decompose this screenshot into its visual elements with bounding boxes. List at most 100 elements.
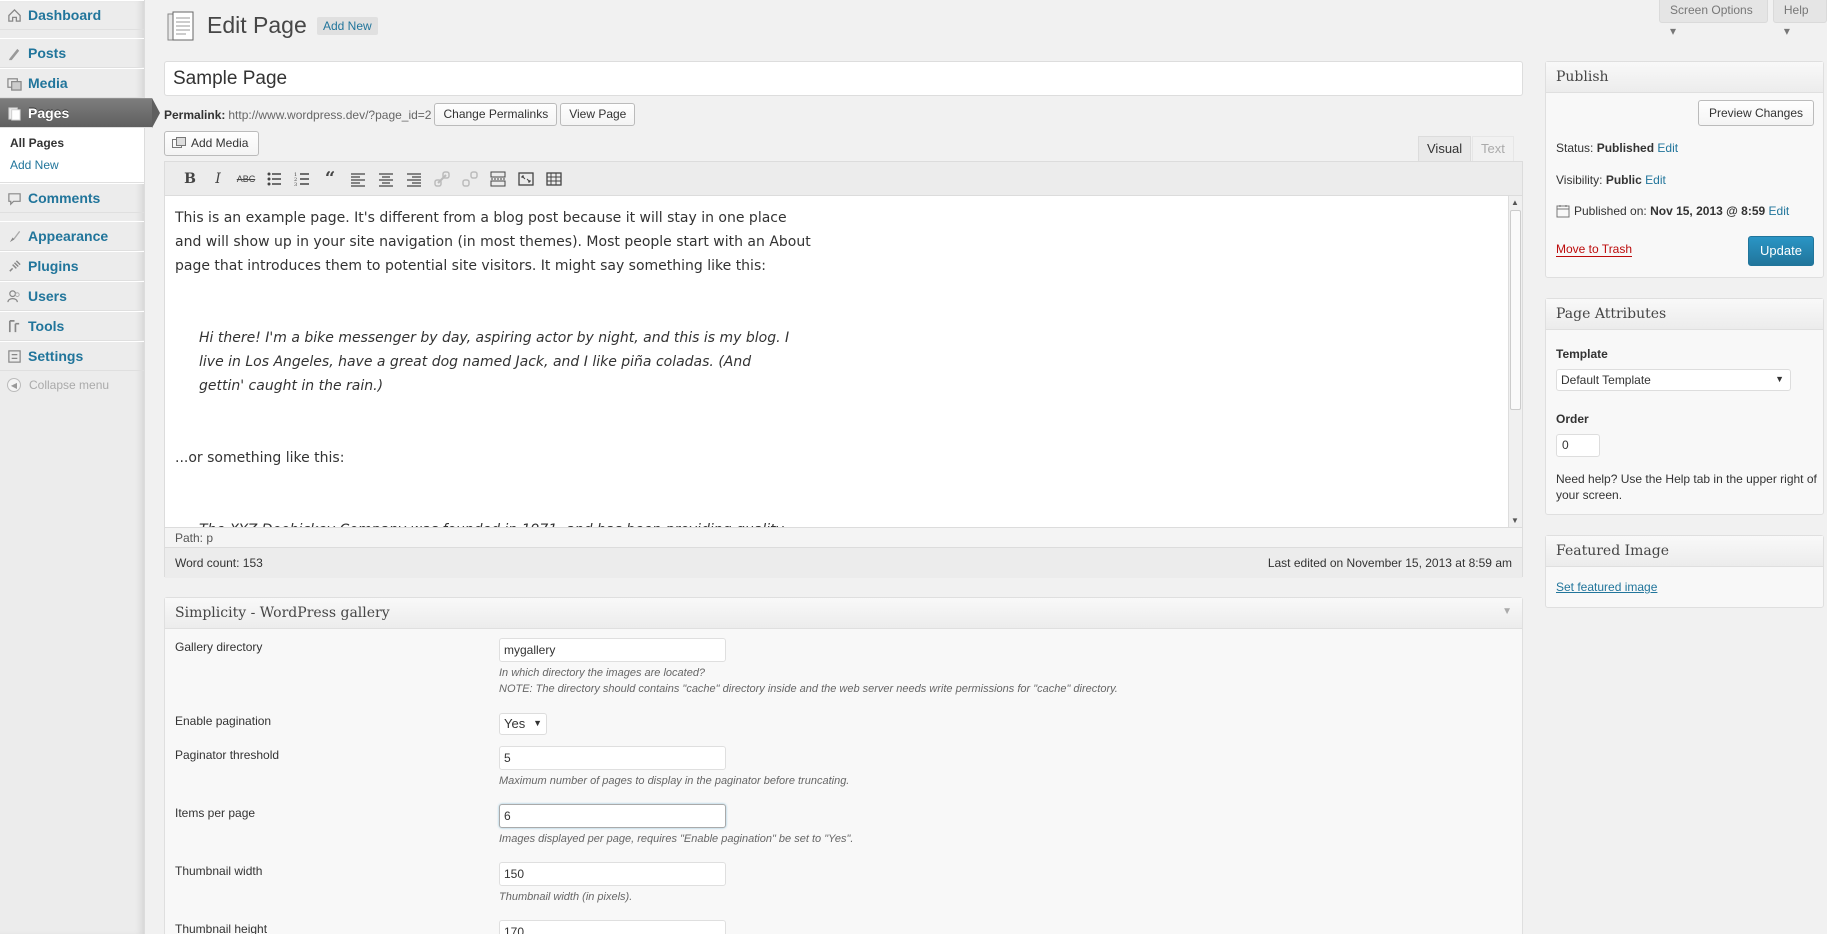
permalink-row: Permalink: http://www.wordpress.dev/?pag… xyxy=(164,103,636,126)
pages-submenu: All Pages Add New xyxy=(0,128,144,183)
paginator-threshold-input[interactable]: 5 xyxy=(499,746,726,770)
content-blockquote: Hi there! I'm a bike messenger by day, a… xyxy=(199,330,790,394)
bullet-list-icon[interactable] xyxy=(261,167,287,191)
align-center-icon[interactable] xyxy=(373,167,399,191)
dashboard-icon xyxy=(6,7,22,23)
insert-link-icon[interactable] xyxy=(429,167,455,191)
preview-changes-button[interactable]: Preview Changes xyxy=(1697,100,1814,126)
sidebar-item-comments[interactable]: Comments xyxy=(0,183,144,213)
sidebar-item-appearance[interactable]: Appearance xyxy=(0,221,144,251)
tab-text[interactable]: Text xyxy=(1472,136,1514,161)
toggle-arrow-icon[interactable]: ▼ xyxy=(1502,606,1512,617)
move-to-trash-link[interactable]: Move to Trash xyxy=(1556,242,1633,257)
gallery-directory-label: Gallery directory xyxy=(175,640,263,654)
bold-icon[interactable]: B xyxy=(177,167,203,191)
add-media-icon xyxy=(172,137,186,148)
published-value: Nov 15, 2013 @ 8:59 xyxy=(1650,204,1766,218)
editor-content[interactable]: This is an example page. It's different … xyxy=(165,196,1508,527)
help-button[interactable]: Help ▾ xyxy=(1772,0,1827,38)
posts-icon xyxy=(6,45,22,61)
remove-link-icon[interactable] xyxy=(457,167,483,191)
thumbnail-width-input[interactable]: 150 xyxy=(499,862,726,886)
content-editor: B I ABC 123 “ This is an example page. I… xyxy=(164,161,1523,578)
align-right-icon[interactable] xyxy=(401,167,427,191)
editor-scrollbar[interactable]: ▲ ▼ xyxy=(1508,196,1522,527)
template-label: Template xyxy=(1556,347,1608,361)
submenu-add-new[interactable]: Add New xyxy=(10,154,144,176)
published-edit-link[interactable]: Edit xyxy=(1769,204,1790,218)
change-permalinks-button[interactable]: Change Permalinks xyxy=(434,103,558,126)
sidebar-item-plugins[interactable]: Plugins xyxy=(0,251,144,281)
collapse-label: Collapse menu xyxy=(29,378,110,392)
order-input[interactable]: 0 xyxy=(1556,434,1600,457)
visibility-edit-link[interactable]: Edit xyxy=(1645,173,1666,187)
gallery-directory-note: NOTE: The directory should contains "cac… xyxy=(499,683,1118,695)
update-button[interactable]: Update xyxy=(1748,236,1814,266)
add-new-page-button[interactable]: Add New xyxy=(317,17,378,35)
admin-sidebar: Dashboard Posts Media Pages All Pages Ad… xyxy=(0,0,160,934)
enable-pagination-select[interactable]: Yes ▼ xyxy=(499,713,547,735)
sidebar-item-label: Pages xyxy=(28,105,70,121)
page-attributes-title[interactable]: Page Attributes xyxy=(1546,299,1823,330)
chevron-down-icon: ▼ xyxy=(533,718,542,728)
sidebar-item-posts[interactable]: Posts xyxy=(0,38,144,68)
strikethrough-icon[interactable]: ABC xyxy=(233,167,259,191)
collapse-menu[interactable]: ◀ Collapse menu xyxy=(0,371,144,399)
sidebar-item-tools[interactable]: Tools xyxy=(0,311,144,341)
settings-icon xyxy=(6,348,22,364)
items-per-page-input[interactable]: 6 xyxy=(499,804,726,828)
submenu-all-pages[interactable]: All Pages xyxy=(10,132,144,154)
published-label: Published on: xyxy=(1574,204,1647,218)
simplicity-box-title[interactable]: Simplicity - WordPress gallery xyxy=(165,598,1522,629)
page-attributes-box: Page Attributes Template Default Templat… xyxy=(1545,298,1824,515)
word-count: Word count: 153 xyxy=(175,556,263,570)
sidebar-item-dashboard[interactable]: Dashboard xyxy=(0,0,144,30)
items-per-page-label: Items per page xyxy=(175,806,256,820)
numbered-list-icon[interactable]: 123 xyxy=(289,167,315,191)
last-edited: Last edited on November 15, 2013 at 8:59… xyxy=(1267,556,1512,570)
thumbnail-width-label: Thumbnail width xyxy=(175,864,263,878)
screen-meta-links: Screen Options ▾ Help ▾ xyxy=(1654,0,1827,38)
read-more-icon[interactable] xyxy=(485,167,511,191)
featured-image-title[interactable]: Featured Image xyxy=(1546,536,1823,567)
thumbnail-height-input[interactable]: 170 xyxy=(499,920,726,934)
blockquote-icon[interactable]: “ xyxy=(317,167,343,191)
view-page-button[interactable]: View Page xyxy=(560,103,636,126)
sidebar-item-pages[interactable]: Pages xyxy=(0,98,160,128)
scroll-down-icon[interactable]: ▼ xyxy=(1511,516,1519,525)
status-edit-link[interactable]: Edit xyxy=(1657,141,1678,155)
scrollbar-thumb[interactable] xyxy=(1510,210,1521,410)
post-title-input[interactable]: Sample Page xyxy=(164,61,1523,96)
fullscreen-icon[interactable] xyxy=(513,167,539,191)
template-value: Default Template xyxy=(1561,373,1651,387)
gallery-directory-input[interactable]: mygallery xyxy=(499,638,726,662)
sidebar-item-media[interactable]: Media xyxy=(0,68,144,98)
page-attributes-help: Need help? Use the Help tab in the upper… xyxy=(1556,472,1817,502)
content-blockquote: The XYZ Doohickey Company was founded in… xyxy=(199,494,799,527)
align-left-icon[interactable] xyxy=(345,167,371,191)
published-on-row: Published on: Nov 15, 2013 @ 8:59 Edit xyxy=(1556,204,1789,218)
sidebar-item-settings[interactable]: Settings xyxy=(0,341,144,371)
sidebar-item-label: Settings xyxy=(28,348,84,364)
publish-box-title[interactable]: Publish xyxy=(1546,62,1823,93)
screen-options-button[interactable]: Screen Options ▾ xyxy=(1659,0,1768,38)
status-label: Status: xyxy=(1556,141,1594,155)
sidebar-item-users[interactable]: Users xyxy=(0,281,144,311)
scroll-up-icon[interactable]: ▲ xyxy=(1511,198,1519,207)
status-value: Published xyxy=(1596,141,1655,155)
template-select[interactable]: Default Template ▼ xyxy=(1556,369,1791,391)
sidebar-item-label: Plugins xyxy=(28,258,79,274)
kitchen-sink-icon[interactable] xyxy=(541,167,567,191)
sidebar-item-label: Appearance xyxy=(28,228,109,244)
tab-visual[interactable]: Visual xyxy=(1418,136,1472,161)
editor-toolbar: B I ABC 123 “ xyxy=(165,162,1522,196)
content-paragraph: This is an example page. It's different … xyxy=(175,210,811,274)
set-featured-image-link[interactable]: Set featured image xyxy=(1556,580,1657,594)
italic-icon[interactable]: I xyxy=(205,167,231,191)
media-icon xyxy=(6,75,22,91)
add-media-button[interactable]: Add Media xyxy=(164,131,260,156)
pages-icon xyxy=(6,105,22,121)
items-per-page-desc: Images displayed per page, requires "Ena… xyxy=(499,833,854,845)
content-paragraph: ...or something like this: xyxy=(175,450,345,466)
edit-page-icon xyxy=(166,11,196,43)
